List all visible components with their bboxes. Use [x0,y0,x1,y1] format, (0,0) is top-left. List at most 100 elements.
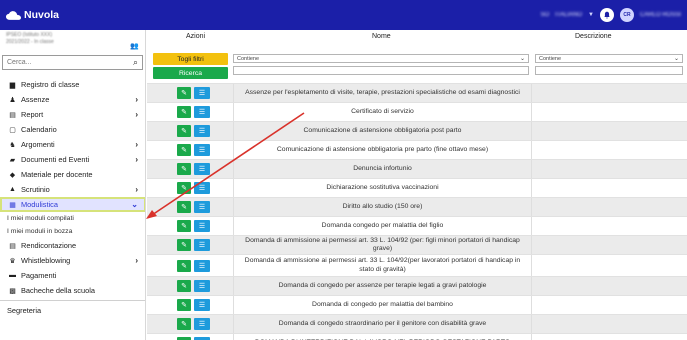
sidebar-subitem-compilati[interactable]: I miei moduli compilati [0,212,145,225]
sidebar-item-modulistica[interactable]: ▦ Modulistica ⌄ [0,197,145,212]
sidebar-item-documenti[interactable]: ▰ Documenti ed Eventi › [0,152,145,167]
row-actions: ✎☰ [177,220,210,232]
list-button[interactable]: ☰ [194,144,210,156]
sidebar-item-scrutinio[interactable]: ▲ Scrutinio › [0,182,145,197]
column-header-description[interactable]: Descrizione [575,33,612,40]
row-description [532,103,687,121]
row-name: Domanda di congedo per malattia del bamb… [233,296,532,314]
language-selector[interactable]: ITALIANO [555,12,582,18]
sidebar-search-input[interactable] [7,59,133,66]
table-row: ✎ ☰ Domanda di congedo straordinario per i… [147,314,687,333]
column-header-name[interactable]: Nome [372,33,391,40]
report-icon: ▤ [9,111,16,119]
chevron-right-icon: › [135,95,138,104]
table-row: ✎ ☰ Dichiarazione sostitutiva vaccinazioni [147,178,687,197]
row-description [532,198,687,216]
row-description [532,141,687,159]
table-row: ✎ ☰ Assenze per l'espletamento di visite, … [147,83,687,102]
edit-button[interactable]: ✎ [177,239,191,251]
sidebar-item-rendicontazione[interactable]: ▤ Rendicontazione [0,238,145,253]
sidebar-item-materiale[interactable]: ◆ Materiale per docente [0,167,145,182]
filter-icon[interactable]: ▼ [588,12,594,18]
pencil-icon: ✎ [181,185,187,192]
list-button[interactable]: ☰ [194,299,210,311]
toggle-filters-button[interactable]: Togli filtri [153,53,228,65]
row-actions: ✎☰ [177,87,210,99]
edit-button[interactable]: ✎ [177,106,191,118]
sidebar-item-bacheche[interactable]: ▩ Bacheche della scuola [0,283,145,298]
notification-button[interactable] [599,8,614,22]
edit-button[interactable]: ✎ [177,201,191,213]
sidebar-item-registro[interactable]: ▆ Registro di classe [0,77,145,92]
pencil-icon: ✎ [181,109,187,116]
edit-button[interactable]: ✎ [177,220,191,232]
chevron-right-icon: › [135,140,138,149]
row-description [532,160,687,178]
edit-button[interactable]: ✎ [177,87,191,99]
row-description [532,255,687,276]
row-actions: ✎☰ [177,280,210,292]
edit-button[interactable]: ✎ [177,125,191,137]
book-icon: ▆ [9,81,16,89]
list-button[interactable]: ☰ [194,106,210,118]
list-button[interactable]: ☰ [194,182,210,194]
pencil-icon: ✎ [181,263,187,270]
app-title: Nuvola [24,9,60,21]
sidebar-item-whistleblowing[interactable]: ♛ Whistleblowing › [0,253,145,268]
app-brand[interactable]: Nuvola [0,9,59,21]
list-button[interactable]: ☰ [194,260,210,272]
column-header-actions: Azioni [186,33,206,40]
sidebar-item-label: Bacheche della scuola [21,286,95,295]
sidebar-item-label: Argomenti [21,140,55,149]
edit-button[interactable]: ✎ [177,144,191,156]
sidebar-subitem-label: I miei moduli compilati [7,215,74,222]
chevron-right-icon: › [135,155,138,164]
sidebar-section-segreteria: Segreteria [0,303,145,318]
edit-button[interactable]: ✎ [177,280,191,292]
user-name[interactable]: CARLO ROSSI [640,12,681,18]
users-switch-icon[interactable]: 👥 [130,42,139,50]
name-filter-operator[interactable]: Contiene ⌄ [233,54,529,63]
sidebar-subitem-bozza[interactable]: I miei moduli in bozza [0,225,145,238]
row-name: Domanda di ammissione ai permessi art. 3… [233,236,532,254]
row-actions: ✎☰ [177,299,210,311]
year-selector[interactable]: SO [540,12,549,18]
name-filter-input[interactable] [233,66,529,75]
pencil-icon: ✎ [181,166,187,173]
list-button[interactable]: ☰ [194,87,210,99]
description-filter-operator[interactable]: Contiene ⌄ [535,54,683,63]
edit-button[interactable]: ✎ [177,163,191,175]
sidebar-item-label: Assenze [21,95,50,104]
table-row: ✎ ☰ Domanda di ammissione ai permessi art.… [147,235,687,254]
pencil-icon: ✎ [181,223,187,230]
avatar[interactable]: CR [619,8,634,22]
list-button[interactable]: ☰ [194,220,210,232]
edit-button[interactable]: ✎ [177,182,191,194]
list-button[interactable]: ☰ [194,163,210,175]
search-icon[interactable]: ⌕ [133,57,138,68]
edit-button[interactable]: ✎ [177,260,191,272]
list-button[interactable]: ☰ [194,318,210,330]
sidebar-item-pagamenti[interactable]: ▬ Pagamenti [0,268,145,283]
edit-button[interactable]: ✎ [177,318,191,330]
edit-button[interactable]: ✎ [177,299,191,311]
chevron-down-icon: ⌄ [673,56,679,62]
list-button[interactable]: ☰ [194,280,210,292]
list-button[interactable]: ☰ [194,125,210,137]
search-button[interactable]: Ricerca [153,67,228,79]
sidebar-item-label: Pagamenti [21,271,57,280]
sidebar-item-report[interactable]: ▤ Report › [0,107,145,122]
sidebar-item-calendario[interactable]: ▢ Calendario [0,122,145,137]
pencil-icon: ✎ [181,90,187,97]
table-row: ✎ ☰ Denuncia infortunio [147,159,687,178]
row-name: Assenze per l'espletamento di visite, te… [233,84,532,102]
row-actions: ✎☰ [177,201,210,213]
pencil-icon: ✎ [181,242,187,249]
list-button[interactable]: ☰ [194,239,210,251]
list-button[interactable]: ☰ [194,201,210,213]
chevron-down-icon: ⌄ [131,200,138,209]
row-description [532,334,687,340]
sidebar-item-assenze[interactable]: ♟ Assenze › [0,92,145,107]
description-filter-input[interactable] [535,66,683,75]
sidebar-item-argomenti[interactable]: ♞ Argomenti › [0,137,145,152]
